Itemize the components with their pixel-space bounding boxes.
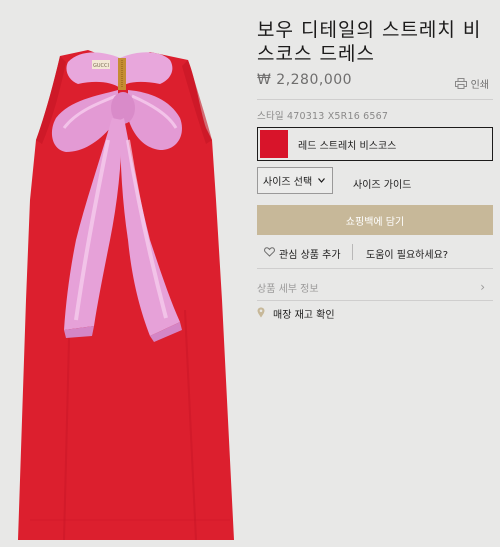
size-guide-link[interactable]: 사이즈 가이드: [353, 176, 411, 191]
divider: [257, 99, 493, 100]
store-check-label: 매장 재고 확인: [273, 310, 335, 321]
add-to-bag-button[interactable]: 쇼핑백에 담기: [257, 205, 493, 235]
product-title: 보우 디테일의 스트레치 비스코스 드레스: [257, 19, 482, 65]
chevron-right-icon: ›: [480, 280, 485, 294]
wishlist-label: 관심 상품 추가: [279, 250, 341, 261]
location-pin-icon: [257, 307, 265, 321]
size-select[interactable]: 사이즈 선택: [257, 167, 333, 194]
color-swatch: [260, 130, 288, 158]
wishlist-button[interactable]: 관심 상품 추가: [264, 246, 341, 261]
neck-label: GUCCI: [93, 63, 109, 69]
help-link[interactable]: 도움이 필요하세요?: [366, 246, 448, 261]
chevron-down-icon: [318, 175, 325, 186]
dress-illustration: GUCCI: [18, 50, 234, 541]
print-button[interactable]: 인쇄: [454, 76, 489, 91]
printer-icon: [454, 78, 467, 89]
product-details: 보우 디테일의 스트레치 비스코스 드레스 ₩ 2,280,000 인쇄 스타일…: [257, 0, 493, 547]
color-selector[interactable]: 레드 스트레치 비스코스: [257, 127, 493, 161]
divider: [352, 244, 353, 260]
style-number: 스타일 470313 X5R16 6567: [257, 111, 389, 122]
product-price: ₩ 2,280,000: [257, 72, 353, 88]
product-details-toggle[interactable]: 상품 세부 정보 ›: [257, 274, 493, 300]
store-stock-check[interactable]: 매장 재고 확인: [257, 306, 335, 321]
print-label: 인쇄: [470, 80, 489, 91]
heart-icon: [264, 247, 275, 260]
divider: [257, 268, 493, 269]
color-label: 레드 스트레치 비스코스: [298, 140, 397, 152]
size-select-value: 사이즈 선택: [263, 177, 313, 188]
product-details-label: 상품 세부 정보: [257, 283, 319, 295]
divider: [257, 300, 493, 301]
product-image: GUCCI: [0, 0, 250, 547]
